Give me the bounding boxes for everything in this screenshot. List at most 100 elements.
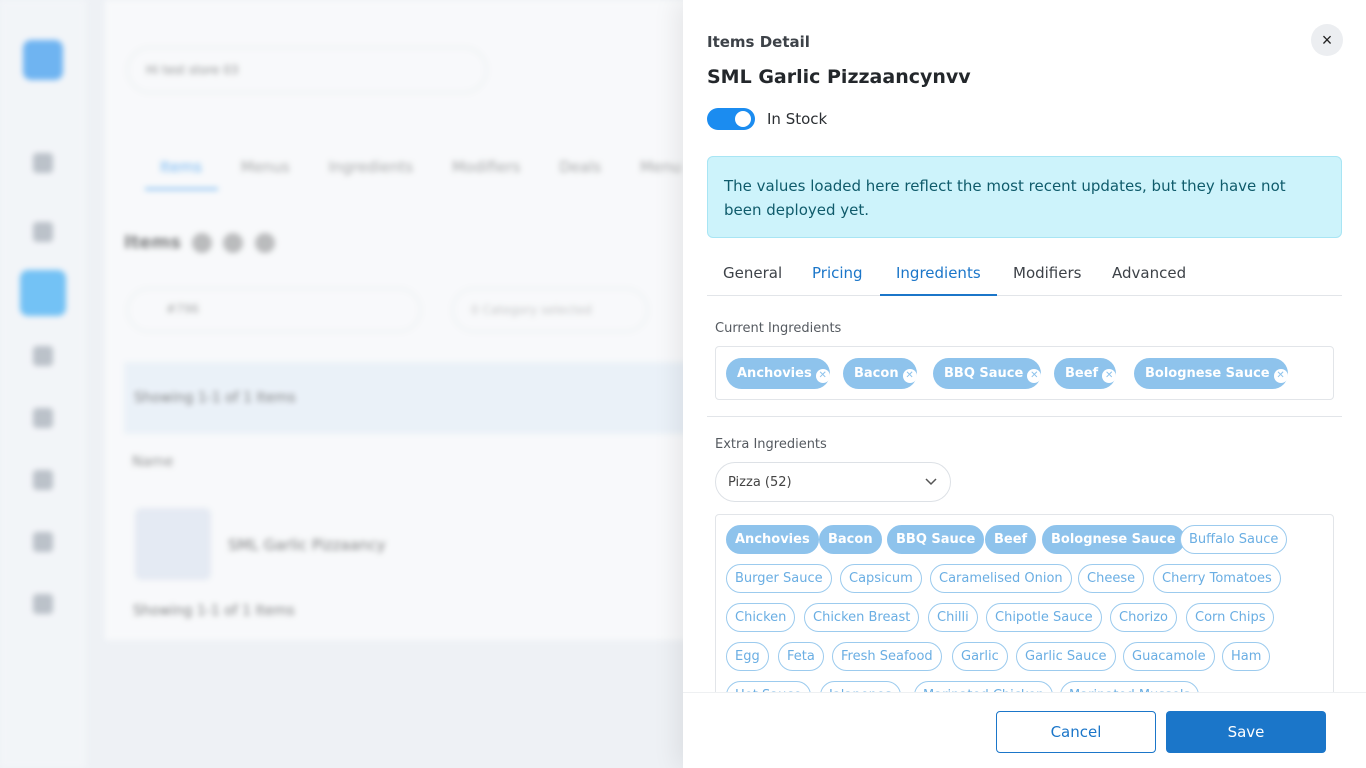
extra-ingredient-pill[interactable]: Capsicum <box>840 564 922 593</box>
side-rail <box>0 0 86 768</box>
chip-label: Bolognese Sauce <box>1145 366 1270 381</box>
chip-label: Beef <box>1065 366 1099 381</box>
bg-item-thumbnail <box>135 508 211 580</box>
extra-ingredients-box: Anchovies Bacon BBQ Sauce Beef Bolognese… <box>715 514 1334 692</box>
detail-tabs: General Pricing Ingredients Modifiers Ad… <box>707 256 1342 296</box>
toggle-knob <box>735 111 751 127</box>
bg-tab[interactable]: Ingredients <box>329 158 414 176</box>
extra-ingredient-pill[interactable]: Bolognese Sauce <box>1042 525 1185 554</box>
nav-icon-active[interactable] <box>20 270 66 316</box>
bg-tab-underline <box>145 188 218 190</box>
close-button[interactable]: × <box>1311 24 1343 56</box>
extra-ingredient-pill[interactable]: Buffalo Sauce <box>1180 525 1288 554</box>
remove-icon[interactable]: ✕ <box>815 369 830 383</box>
current-ingredient-chip[interactable]: Bolognese Sauce ✕ <box>1134 358 1288 389</box>
bg-showing-text: Showing 1-1 of 1 Items <box>134 390 296 406</box>
in-stock-toggle[interactable] <box>707 108 755 130</box>
extra-ingredient-pill[interactable]: Caramelised Onion <box>930 564 1072 593</box>
current-ingredient-chip[interactable]: Anchovies ✕ <box>726 358 830 389</box>
ingredients-panel: Current Ingredients Anchovies ✕ Bacon ✕ BB… <box>707 296 1342 692</box>
chip-label: Bacon <box>854 366 899 381</box>
cancel-button[interactable]: Cancel <box>996 711 1156 753</box>
extra-ingredient-pill[interactable]: BBQ Sauce <box>887 525 985 554</box>
item-name-title: SML Garlic Pizzaancynvv <box>707 66 971 88</box>
extra-ingredient-pill[interactable]: Jalapenos <box>820 681 901 692</box>
remove-icon[interactable]: ✕ <box>902 369 917 383</box>
tab-general[interactable]: General <box>723 264 782 282</box>
bg-items-title: Items <box>124 232 181 253</box>
bg-action-icon[interactable] <box>192 233 212 253</box>
ingredient-category-select[interactable]: Pizza (52) <box>715 462 951 502</box>
bg-showing-band: Showing 1-1 of 1 Items <box>124 362 704 434</box>
extra-ingredient-pill[interactable]: Garlic <box>952 642 1008 671</box>
current-ingredients-label: Current Ingredients <box>715 321 842 336</box>
nav-icon[interactable] <box>33 408 53 428</box>
tab-advanced[interactable]: Advanced <box>1112 264 1186 282</box>
extra-ingredient-pill[interactable]: Cheese <box>1078 564 1145 593</box>
tab-ingredients[interactable]: Ingredients <box>896 264 981 282</box>
bg-action-icon[interactable] <box>223 233 243 253</box>
extra-ingredient-pill[interactable]: Anchovies <box>726 525 819 554</box>
extra-ingredient-pill[interactable]: Marinated Mussels <box>1060 681 1200 692</box>
bg-action-icon[interactable] <box>255 233 275 253</box>
extra-ingredient-pill[interactable]: Cherry Tomatoes <box>1153 564 1281 593</box>
info-alert: The values loaded here reflect the most … <box>707 156 1342 238</box>
items-detail-drawer: Items Detail SML Garlic Pizzaancynvv × I… <box>683 0 1366 768</box>
extra-ingredient-pill[interactable]: Hot Sauce <box>726 681 811 692</box>
extra-ingredient-pill[interactable]: Chicken Breast <box>804 603 920 632</box>
extra-ingredients-label: Extra Ingredients <box>715 437 827 452</box>
extra-ingredient-pill[interactable]: Bacon <box>819 525 882 554</box>
extra-ingredient-pill[interactable]: Marinated Chicken <box>914 681 1054 692</box>
nav-icon[interactable] <box>33 532 53 552</box>
drawer-footer: Cancel Save <box>683 692 1366 768</box>
drawer-header: Items Detail <box>707 33 810 51</box>
extra-ingredient-pill[interactable]: Burger Sauce <box>726 564 832 593</box>
bg-search-input[interactable]: #796 <box>127 288 421 332</box>
remove-icon[interactable]: ✕ <box>1027 369 1042 383</box>
extra-ingredient-pill[interactable]: Feta <box>778 642 824 671</box>
extra-ingredient-pill[interactable]: Chicken <box>726 603 796 632</box>
bg-tab[interactable]: Modifiers <box>452 158 520 176</box>
store-select[interactable]: Hi test store 03 <box>127 47 487 93</box>
close-icon: × <box>1321 30 1333 50</box>
store-select-value: Hi test store 03 <box>146 63 239 77</box>
nav-icon[interactable] <box>33 153 53 173</box>
chevron-down-icon <box>925 478 937 486</box>
extra-ingredient-pill[interactable]: Chipotle Sauce <box>986 603 1102 632</box>
bg-tab[interactable]: Deals <box>559 158 601 176</box>
bg-footer-text: Showing 1-1 of 1 Items <box>133 603 295 619</box>
current-ingredient-chip[interactable]: BBQ Sauce ✕ <box>933 358 1042 389</box>
background-tabs[interactable]: Items Menus Ingredients Modifiers Deals … <box>160 158 750 176</box>
extra-ingredient-pill[interactable]: Beef <box>985 525 1037 554</box>
extra-ingredient-pill[interactable]: Ham <box>1222 642 1271 671</box>
tab-pricing[interactable]: Pricing <box>812 264 863 282</box>
bg-category-select[interactable]: 0 Category selected <box>452 288 648 332</box>
current-ingredients-box: Anchovies ✕ Bacon ✕ BBQ Sauce ✕ Beef ✕ Bolog… <box>715 346 1334 400</box>
extra-ingredient-pill[interactable]: Corn Chips <box>1186 603 1275 632</box>
extra-ingredient-pill[interactable]: Egg <box>726 642 769 671</box>
nav-icon[interactable] <box>33 470 53 490</box>
extra-ingredient-pill[interactable]: Garlic Sauce <box>1016 642 1116 671</box>
remove-icon[interactable]: ✕ <box>1273 369 1288 383</box>
extra-ingredient-pill[interactable]: Fresh Seafood <box>832 642 942 671</box>
chip-label: BBQ Sauce <box>944 366 1024 381</box>
extra-ingredient-pill[interactable]: Chorizo <box>1110 603 1178 632</box>
bg-search-value: #796 <box>166 302 199 316</box>
nav-icon[interactable] <box>33 222 53 242</box>
remove-icon[interactable]: ✕ <box>1102 369 1117 383</box>
save-button[interactable]: Save <box>1166 711 1326 753</box>
bg-row-name[interactable]: SML Garlic Pizzaancy <box>228 536 386 554</box>
section-divider <box>707 416 1342 417</box>
current-ingredient-chip[interactable]: Beef ✕ <box>1054 358 1117 389</box>
bg-category-placeholder: 0 Category selected <box>471 303 592 317</box>
category-select-value: Pizza (52) <box>728 475 792 490</box>
in-stock-label: In Stock <box>767 110 828 128</box>
tab-modifiers[interactable]: Modifiers <box>1013 264 1081 282</box>
extra-ingredient-pill[interactable]: Chilli <box>928 603 978 632</box>
nav-icon[interactable] <box>33 346 53 366</box>
extra-ingredient-pill[interactable]: Guacamole <box>1123 642 1215 671</box>
bg-tab[interactable]: Menus <box>241 158 290 176</box>
nav-icon[interactable] <box>33 594 53 614</box>
current-ingredient-chip[interactable]: Bacon ✕ <box>843 358 917 389</box>
bg-tab[interactable]: Items <box>160 158 202 176</box>
